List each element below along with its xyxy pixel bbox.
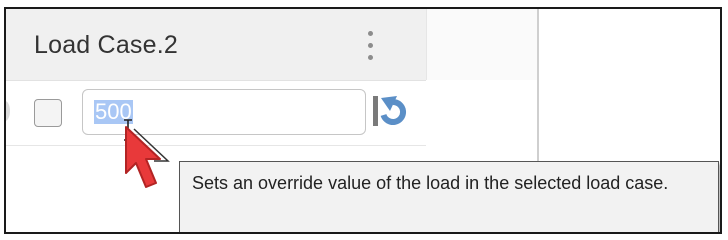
table-row: 500 <box>6 81 426 146</box>
next-column-header <box>426 9 538 80</box>
row-handle <box>6 101 10 121</box>
kebab-menu-icon[interactable] <box>362 29 380 63</box>
tooltip: Sets an override value of the load in th… <box>179 161 719 232</box>
reset-override-icon[interactable] <box>368 93 408 133</box>
tooltip-text: Sets an override value of the load in th… <box>192 173 669 193</box>
column-header[interactable]: Load Case.2 <box>6 9 426 81</box>
override-checkbox[interactable] <box>34 99 62 127</box>
screenshot-frame: Load Case.2 500 Sets an override value o… <box>4 7 722 234</box>
column-title: Load Case.2 <box>34 31 178 59</box>
arrow-cursor-icon <box>116 121 180 197</box>
